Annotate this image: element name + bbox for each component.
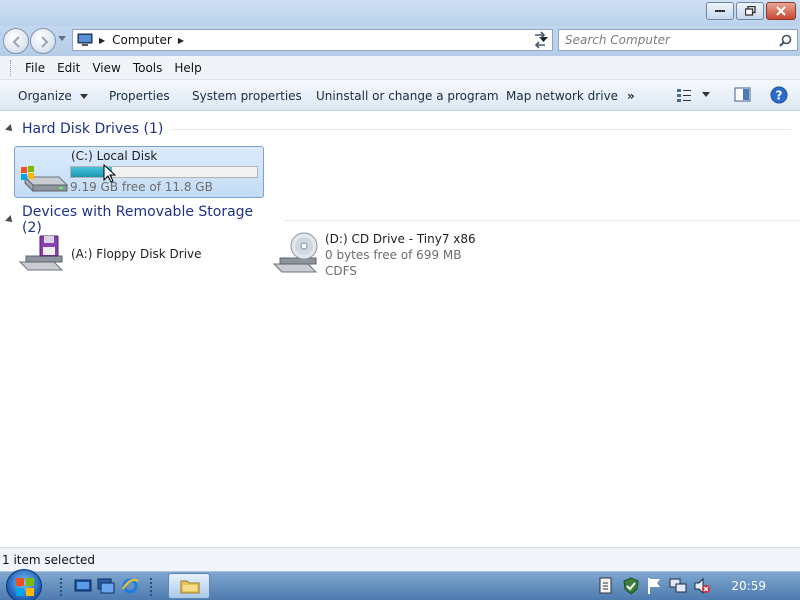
- menu-grip: [10, 59, 13, 76]
- drive-d-free-space: 0 bytes free of 699 MB: [325, 248, 462, 262]
- drive-d-filesystem: CDFS: [325, 264, 357, 278]
- mouse-cursor-icon: [103, 164, 117, 183]
- group-divider: [171, 128, 792, 130]
- menu-file[interactable]: File: [19, 61, 51, 75]
- recent-pages-dropdown-icon[interactable]: [58, 36, 66, 42]
- drive-c-local-disk[interactable]: (C:) Local Disk 9.19 GB free of 11.8 GB: [14, 146, 264, 198]
- volume-muted-icon[interactable]: [693, 577, 711, 595]
- menu-edit[interactable]: Edit: [51, 61, 86, 75]
- windows-logo-icon: [16, 578, 34, 596]
- drive-c-name: (C:) Local Disk: [71, 149, 158, 163]
- title-bar: [0, 0, 800, 26]
- switch-windows-icon[interactable]: [97, 577, 115, 595]
- search-box[interactable]: [558, 29, 798, 51]
- flag-icon[interactable]: [646, 577, 662, 595]
- cd-drive-icon: [272, 232, 318, 273]
- drive-a-name: (A:) Floppy Disk Drive: [71, 247, 202, 261]
- restore-icon: [744, 6, 756, 16]
- collapse-triangle-icon[interactable]: [5, 124, 15, 134]
- group-hard-disk-drives[interactable]: Hard Disk Drives (1): [5, 121, 792, 137]
- svg-text:?: ?: [776, 89, 783, 103]
- floppy-drive-icon: [18, 235, 64, 271]
- breadcrumb-separator-icon[interactable]: ▶: [99, 36, 105, 45]
- map-network-drive-button[interactable]: Map network drive: [506, 89, 618, 103]
- back-arrow-icon: [12, 36, 20, 48]
- group-divider: [283, 219, 800, 221]
- menu-bar: File Edit View Tools Help: [0, 56, 800, 80]
- breadcrumb-computer[interactable]: Computer: [112, 33, 172, 47]
- restore-button[interactable]: [736, 2, 764, 20]
- drive-c-free-space: 9.19 GB free of 11.8 GB: [70, 180, 213, 194]
- taskbar-grip: [60, 578, 64, 596]
- drive-d-cd-drive[interactable]: (D:) CD Drive - Tiny7 x86 0 bytes free o…: [268, 228, 488, 280]
- more-commands-button[interactable]: »: [627, 89, 635, 103]
- drive-a-floppy[interactable]: (A:) Floppy Disk Drive: [14, 228, 214, 280]
- organize-dropdown-icon: [79, 94, 88, 99]
- minimize-button[interactable]: [706, 2, 734, 20]
- drive-d-name: (D:) CD Drive - Tiny7 x86: [325, 232, 476, 246]
- close-icon: [776, 6, 786, 16]
- close-button[interactable]: [766, 2, 796, 20]
- status-bar: 1 item selected: [0, 547, 800, 571]
- uninstall-program-button[interactable]: Uninstall or change a program: [316, 89, 499, 103]
- folder-icon: [180, 580, 200, 594]
- forward-arrow-icon: [41, 36, 49, 48]
- drive-c-capacity-bar: [70, 166, 258, 178]
- help-icon[interactable]: ?: [770, 86, 788, 104]
- search-input[interactable]: [565, 30, 765, 50]
- system-properties-button[interactable]: System properties: [192, 89, 302, 103]
- clock[interactable]: 20:59: [731, 579, 766, 593]
- action-center-icon[interactable]: [598, 577, 614, 595]
- group-title: Hard Disk Drives (1): [22, 121, 164, 137]
- view-controls: ?: [676, 86, 788, 104]
- taskbar-explorer-button[interactable]: [168, 573, 210, 599]
- back-button[interactable]: [3, 28, 29, 54]
- view-dropdown-icon[interactable]: [702, 92, 710, 98]
- taskbar-grip: [150, 578, 154, 596]
- organize-label: Organize: [18, 89, 72, 103]
- network-icon[interactable]: [669, 577, 687, 595]
- content-pane: Hard Disk Drives (1) (C:) Local Disk 9.1…: [0, 111, 800, 547]
- preview-pane-icon[interactable]: [734, 87, 752, 103]
- change-view-icon[interactable]: [676, 87, 692, 103]
- computer-icon: [77, 33, 93, 46]
- menu-tools[interactable]: Tools: [127, 61, 169, 75]
- window-controls: [706, 2, 796, 20]
- search-icon[interactable]: [779, 34, 792, 47]
- hard-drive-windows-icon: [21, 166, 69, 193]
- start-button[interactable]: [6, 569, 42, 600]
- organize-button[interactable]: Organize: [18, 89, 88, 103]
- security-shield-icon[interactable]: [622, 577, 640, 595]
- forward-button[interactable]: [30, 28, 56, 54]
- taskbar: 20:59: [0, 569, 800, 600]
- command-bar: Organize Properties System properties Un…: [0, 80, 800, 111]
- properties-button[interactable]: Properties: [109, 89, 170, 103]
- breadcrumb-chevron-icon[interactable]: ▶: [178, 36, 184, 45]
- refresh-icon[interactable]: [528, 29, 552, 51]
- status-text: 1 item selected: [2, 553, 96, 567]
- address-row: ▶ Computer ▶: [0, 26, 800, 56]
- menu-view[interactable]: View: [86, 61, 126, 75]
- internet-explorer-icon[interactable]: [121, 577, 139, 595]
- minimize-icon: [715, 10, 725, 12]
- show-desktop-icon[interactable]: [74, 577, 92, 595]
- menu-help[interactable]: Help: [168, 61, 207, 75]
- collapse-triangle-icon[interactable]: [5, 215, 15, 225]
- address-bar[interactable]: ▶ Computer ▶: [72, 29, 553, 51]
